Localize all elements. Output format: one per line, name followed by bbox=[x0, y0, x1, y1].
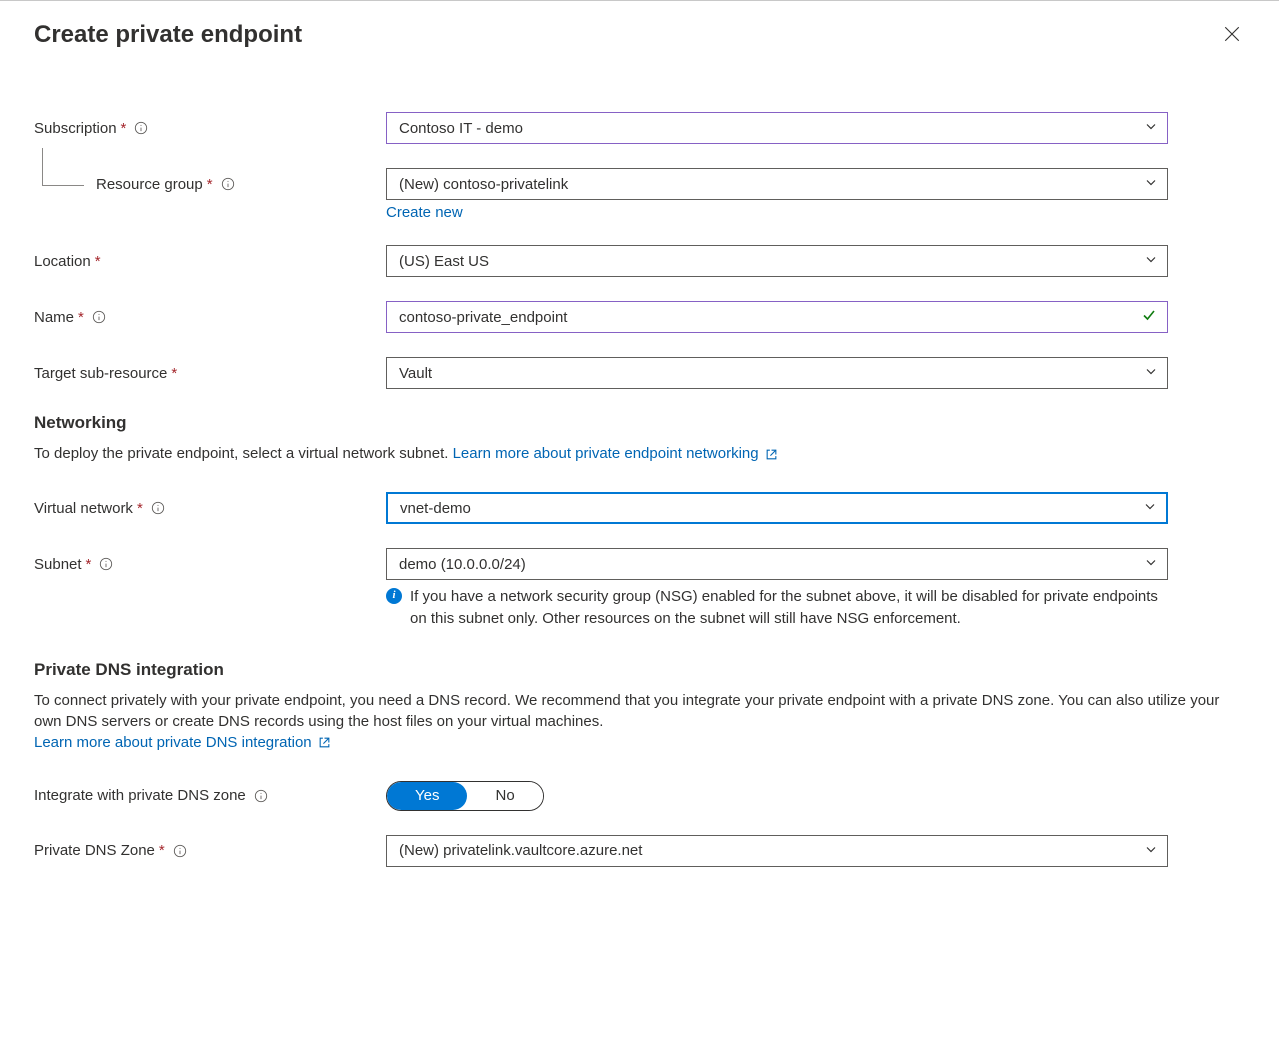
integrate-dns-label-text: Integrate with private DNS zone bbox=[34, 787, 246, 804]
label-virtual-network: Virtual network * bbox=[34, 500, 386, 517]
dns-desc: To connect privately with your private e… bbox=[34, 690, 1245, 753]
row-target-sub-resource: Target sub-resource * Vault bbox=[34, 357, 1245, 389]
info-icon[interactable] bbox=[99, 557, 113, 571]
form-area: Subscription * Contoso IT - demo Resour bbox=[34, 112, 1245, 867]
chevron-down-icon bbox=[1145, 176, 1157, 193]
required-marker: * bbox=[78, 309, 84, 326]
name-value: contoso-private_endpoint bbox=[399, 309, 567, 326]
toggle-no[interactable]: No bbox=[467, 782, 542, 810]
label-target-sub-resource: Target sub-resource * bbox=[34, 365, 386, 382]
location-label-text: Location bbox=[34, 253, 91, 270]
panel-header: Create private endpoint bbox=[34, 21, 1245, 50]
chevron-down-icon bbox=[1145, 556, 1157, 573]
subnet-select[interactable]: demo (10.0.0.0/24) bbox=[386, 548, 1168, 580]
resource-group-label-text: Resource group bbox=[96, 176, 203, 193]
label-location: Location * bbox=[34, 253, 386, 270]
subnet-value: demo (10.0.0.0/24) bbox=[399, 556, 526, 573]
info-icon[interactable] bbox=[92, 310, 106, 324]
chevron-down-icon bbox=[1145, 365, 1157, 382]
external-link-icon bbox=[318, 736, 331, 749]
location-select[interactable]: (US) East US bbox=[386, 245, 1168, 277]
label-name: Name * bbox=[34, 309, 386, 326]
tree-branch-icon bbox=[42, 148, 84, 186]
subscription-value: Contoso IT - demo bbox=[399, 120, 523, 137]
name-input[interactable]: contoso-private_endpoint bbox=[386, 301, 1168, 333]
target-sub-resource-select[interactable]: Vault bbox=[386, 357, 1168, 389]
required-marker: * bbox=[121, 120, 127, 137]
info-badge-icon: i bbox=[386, 588, 402, 604]
networking-desc: To deploy the private endpoint, select a… bbox=[34, 443, 1245, 464]
info-icon[interactable] bbox=[134, 121, 148, 135]
chevron-down-icon bbox=[1145, 120, 1157, 137]
label-subnet: Subnet * bbox=[34, 556, 386, 573]
label-subscription: Subscription * bbox=[34, 120, 386, 137]
close-button[interactable] bbox=[1219, 21, 1245, 50]
virtual-network-select[interactable]: vnet-demo bbox=[386, 492, 1168, 524]
location-value: (US) East US bbox=[399, 253, 489, 270]
row-location: Location * (US) East US bbox=[34, 245, 1245, 277]
label-private-dns-zone: Private DNS Zone * bbox=[34, 842, 386, 859]
nsg-info-note: i If you have a network security group (… bbox=[386, 586, 1168, 630]
row-subnet: Subnet * demo (10.0.0.0/24) bbox=[34, 548, 1245, 580]
networking-heading: Networking bbox=[34, 413, 1245, 433]
required-marker: * bbox=[137, 500, 143, 517]
dns-desc-text: To connect privately with your private e… bbox=[34, 692, 1219, 730]
info-icon[interactable] bbox=[173, 844, 187, 858]
row-name: Name * contoso-private_endpoint bbox=[34, 301, 1245, 333]
required-marker: * bbox=[86, 556, 92, 573]
toggle-yes[interactable]: Yes bbox=[387, 782, 467, 810]
networking-desc-text: To deploy the private endpoint, select a… bbox=[34, 445, 453, 462]
name-label-text: Name bbox=[34, 309, 74, 326]
private-dns-zone-label-text: Private DNS Zone bbox=[34, 842, 155, 859]
external-link-icon bbox=[765, 448, 778, 461]
row-virtual-network: Virtual network * vnet-demo bbox=[34, 492, 1245, 524]
chevron-down-icon bbox=[1145, 842, 1157, 859]
required-marker: * bbox=[207, 176, 213, 193]
create-new-row: Create new bbox=[386, 204, 1245, 221]
chevron-down-icon bbox=[1144, 500, 1156, 517]
info-icon[interactable] bbox=[221, 177, 235, 191]
resource-group-select[interactable]: (New) contoso-privatelink bbox=[386, 168, 1168, 200]
dns-learn-more-link[interactable]: Learn more about private DNS integration bbox=[34, 734, 331, 751]
row-private-dns-zone: Private DNS Zone * (New) privatelink.vau… bbox=[34, 835, 1245, 867]
nsg-note-text: If you have a network security group (NS… bbox=[410, 586, 1168, 630]
info-icon[interactable] bbox=[151, 501, 165, 515]
close-icon bbox=[1223, 31, 1241, 46]
virtual-network-label-text: Virtual network bbox=[34, 500, 133, 517]
required-marker: * bbox=[95, 253, 101, 270]
checkmark-icon bbox=[1141, 307, 1157, 327]
resource-group-value: (New) contoso-privatelink bbox=[399, 176, 568, 193]
row-integrate-dns: Integrate with private DNS zone Yes No bbox=[34, 781, 1245, 811]
networking-learn-more-text: Learn more about private endpoint networ… bbox=[453, 445, 759, 462]
panel-title: Create private endpoint bbox=[34, 21, 302, 49]
subscription-label-text: Subscription bbox=[34, 120, 117, 137]
label-integrate-dns: Integrate with private DNS zone bbox=[34, 787, 386, 804]
target-sub-resource-label-text: Target sub-resource bbox=[34, 365, 167, 382]
subnet-label-text: Subnet bbox=[34, 556, 82, 573]
networking-learn-more-link[interactable]: Learn more about private endpoint networ… bbox=[453, 445, 778, 462]
row-resource-group: Resource group * (New) contoso-privateli… bbox=[34, 168, 1245, 200]
info-icon[interactable] bbox=[254, 789, 268, 803]
integrate-dns-toggle: Yes No bbox=[386, 781, 544, 811]
required-marker: * bbox=[159, 842, 165, 859]
label-resource-group: Resource group * bbox=[34, 176, 386, 193]
create-private-endpoint-panel: Create private endpoint Subscription * C… bbox=[0, 0, 1279, 1047]
target-sub-resource-value: Vault bbox=[399, 365, 432, 382]
virtual-network-value: vnet-demo bbox=[400, 500, 471, 517]
private-dns-zone-value: (New) privatelink.vaultcore.azure.net bbox=[399, 842, 642, 859]
dns-heading: Private DNS integration bbox=[34, 660, 1245, 680]
required-marker: * bbox=[171, 365, 177, 382]
dns-learn-more-text: Learn more about private DNS integration bbox=[34, 734, 312, 751]
create-new-link[interactable]: Create new bbox=[386, 204, 463, 221]
private-dns-zone-select[interactable]: (New) privatelink.vaultcore.azure.net bbox=[386, 835, 1168, 867]
subscription-select[interactable]: Contoso IT - demo bbox=[386, 112, 1168, 144]
row-subscription: Subscription * Contoso IT - demo bbox=[34, 112, 1245, 144]
chevron-down-icon bbox=[1145, 253, 1157, 270]
